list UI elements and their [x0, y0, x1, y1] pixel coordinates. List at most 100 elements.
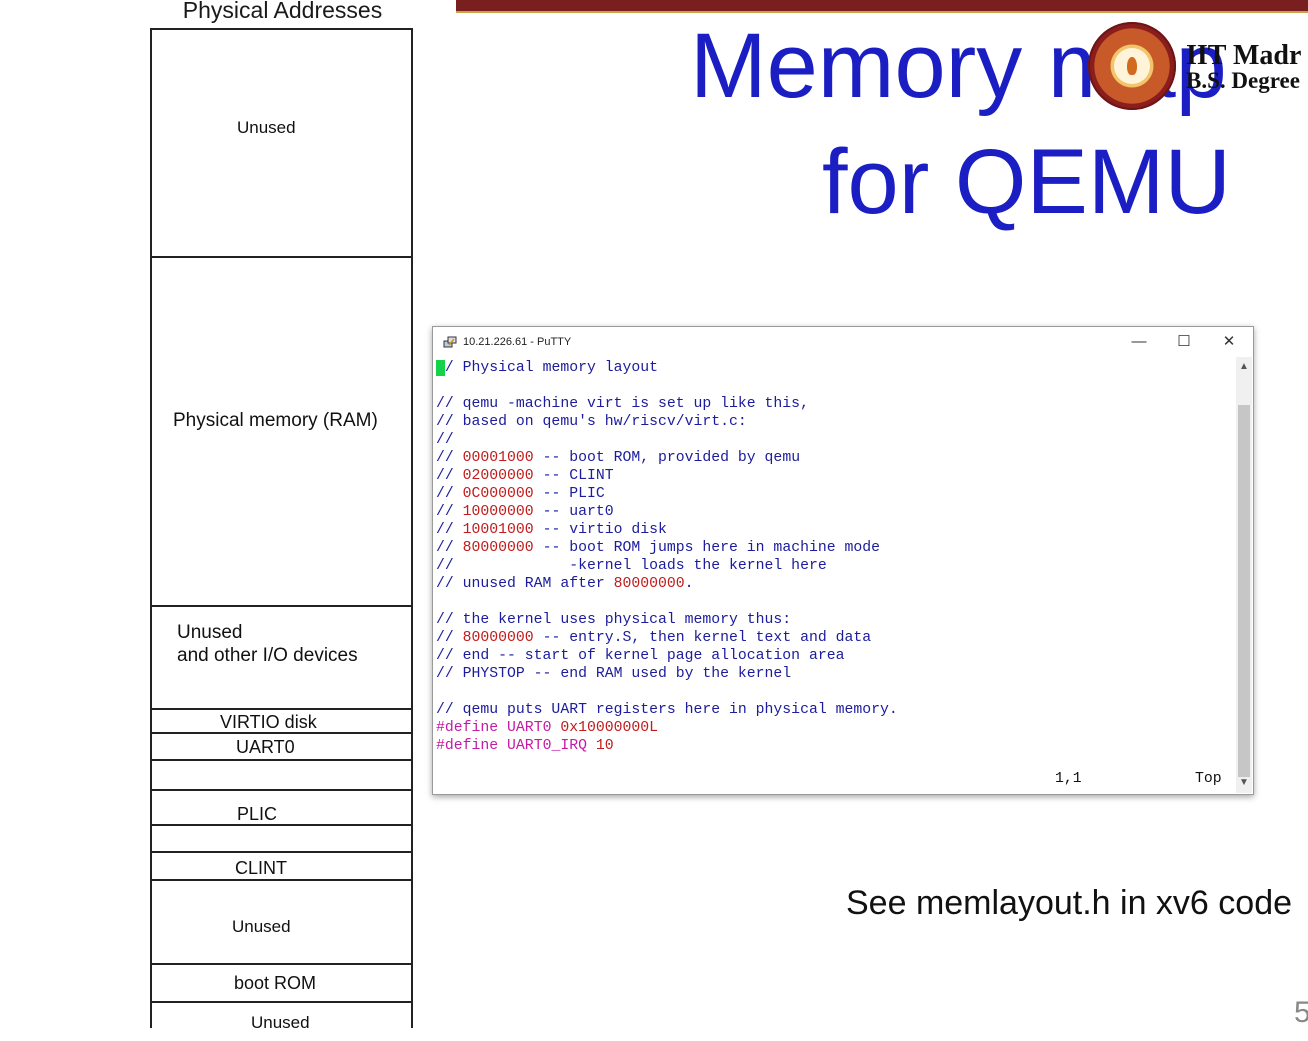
- scroll-position: Top: [1195, 771, 1222, 787]
- region-label: Unused: [232, 917, 291, 936]
- terminal-line: // the kernel uses physical memory thus:: [436, 611, 791, 629]
- terminal-text: 00001000: [462, 450, 534, 466]
- terminal-line: // 10000000 -- uart0: [436, 503, 614, 521]
- region-unused-top: Unused: [152, 30, 411, 256]
- terminal-text: //: [436, 504, 463, 520]
- region-label: CLINT: [235, 858, 288, 878]
- terminal-text: // unused RAM after: [436, 576, 614, 592]
- region-label: Unused: [251, 1013, 310, 1032]
- region-gap: [152, 824, 411, 851]
- terminal-text: // based on qemu's hw/riscv/virt.c:: [436, 414, 747, 430]
- top-accent-bar: [456, 0, 1308, 11]
- terminal-text: 02000000: [462, 468, 534, 484]
- terminal-text: .: [684, 576, 694, 592]
- terminal-text: -- entry.S, then kernel text and data: [533, 630, 872, 646]
- region-ram: Physical memory (RAM): [152, 256, 411, 605]
- region-label: Unused: [237, 118, 296, 137]
- terminal-text: 80000000: [613, 576, 685, 592]
- terminal-text: //: [436, 450, 463, 466]
- terminal-text: #define: [436, 720, 499, 736]
- institute-program: B.S. Degree: [1186, 68, 1300, 93]
- terminal-line: // based on qemu's hw/riscv/virt.c:: [436, 413, 747, 431]
- terminal-text: 10: [595, 738, 614, 754]
- close-button[interactable]: ✕: [1209, 331, 1249, 353]
- memory-diagram: Unused Physical memory (RAM) Unused and …: [150, 28, 413, 1032]
- lamp-icon: [1114, 48, 1150, 84]
- terminal-line: // 10001000 -- virtio disk: [436, 521, 667, 539]
- region-label: Physical memory (RAM): [173, 410, 378, 431]
- region-clint: CLINT: [152, 851, 411, 879]
- terminal-text: // the kernel uses physical memory thus:: [436, 612, 792, 628]
- terminal-text: 0C000000: [462, 486, 534, 502]
- terminal-line: //: [436, 431, 454, 449]
- diagram-title: Physical Addresses: [182, 0, 383, 23]
- terminal-line: // 80000000 -- entry.S, then kernel text…: [436, 629, 871, 647]
- region-uart0: UART0: [152, 732, 411, 759]
- window-titlebar[interactable]: 10.21.226.61 - PuTTY — ☐ ✕: [433, 327, 1253, 357]
- terminal-text: // qemu puts UART registers here in phys…: [436, 702, 898, 718]
- terminal-text: 10000000: [462, 504, 534, 520]
- terminal-text: // qemu -machine virt is set up like thi…: [436, 396, 809, 412]
- terminal-text: -- PLIC: [533, 486, 605, 502]
- terminal-text: -- boot ROM, provided by qemu: [533, 450, 801, 466]
- terminal-line: // 02000000 -- CLINT: [436, 467, 614, 485]
- scroll-down-icon[interactable]: ▼: [1236, 777, 1252, 788]
- terminal-text: -- virtio disk: [533, 522, 667, 538]
- region-boot-rom: boot ROM: [152, 963, 411, 1001]
- terminal-text: 80000000: [462, 630, 534, 646]
- source-note: See memlayout.h in xv6 code: [846, 884, 1293, 922]
- terminal-text: -- uart0: [533, 504, 614, 520]
- region-label: Unused and other I/O devices: [177, 622, 358, 666]
- slide-title-line2: for QEMU: [822, 131, 1231, 233]
- terminal-text: #define: [436, 738, 499, 754]
- terminal-line: // unused RAM after 80000000.: [436, 575, 694, 593]
- terminal-line: #define UART0 0x10000000L: [436, 719, 658, 737]
- region-gap: [152, 759, 411, 789]
- minimize-button[interactable]: —: [1119, 331, 1159, 353]
- region-unused-io: Unused and other I/O devices: [152, 605, 411, 708]
- terminal-line: // qemu -machine virt is set up like thi…: [436, 395, 809, 413]
- region-label: VIRTIO disk: [220, 712, 317, 732]
- terminal-line: // Physical memory layout: [436, 359, 658, 377]
- terminal-text: UART0_IRQ: [498, 738, 596, 754]
- region-unused-bottom: Unused: [152, 1001, 411, 1041]
- terminal-text: //: [436, 630, 463, 646]
- region-virtio-disk: VIRTIO disk: [152, 708, 411, 732]
- top-accent-line: [456, 11, 1308, 13]
- terminal-line: // PHYSTOP -- end RAM used by the kernel: [436, 665, 791, 683]
- scrollbar[interactable]: ▲ ▼: [1236, 357, 1252, 793]
- scroll-up-icon[interactable]: ▲: [1236, 361, 1252, 372]
- region-label: boot ROM: [234, 973, 317, 993]
- terminal-line: // 0C000000 -- PLIC: [436, 485, 605, 503]
- terminal-text: UART0: [498, 720, 561, 736]
- terminal-text: 80000000: [462, 540, 534, 556]
- terminal-line: // end -- start of kernel page allocatio…: [436, 647, 844, 665]
- scrollbar-thumb[interactable]: [1238, 405, 1250, 777]
- terminal-text: // PHYSTOP -- end RAM used by the kernel: [436, 666, 792, 682]
- terminal-text: // -kernel loads the kernel here: [436, 558, 827, 574]
- terminal-text: 10001000: [462, 522, 534, 538]
- terminal-text: // end -- start of kernel page allocatio…: [436, 648, 845, 664]
- terminal-text: -- boot ROM jumps here in machine mode: [533, 540, 880, 556]
- terminal-area[interactable]: // Physical memory layout // qemu -machin…: [434, 357, 1236, 793]
- putty-icon: [443, 336, 457, 348]
- institute-logo: [1088, 22, 1176, 110]
- region-label: UART0: [236, 737, 295, 757]
- region-plic: PLIC: [152, 789, 411, 824]
- region-label: PLIC: [237, 804, 278, 824]
- terminal-text: / Physical memory layout: [444, 360, 659, 376]
- terminal-text: //: [436, 486, 463, 502]
- window-title: 10.21.226.61 - PuTTY: [463, 336, 572, 348]
- terminal-line: // 80000000 -- boot ROM jumps here in ma…: [436, 539, 880, 557]
- maximize-button[interactable]: ☐: [1164, 331, 1204, 353]
- page-number: 5: [1294, 996, 1308, 1029]
- terminal-text: //: [436, 432, 454, 448]
- terminal-line: // -kernel loads the kernel here: [436, 557, 827, 575]
- terminal-text: 0x10000000L: [560, 720, 659, 736]
- terminal-text: -- CLINT: [533, 468, 614, 484]
- terminal-text: //: [436, 522, 463, 538]
- terminal-line: #define UART0_IRQ 10: [436, 737, 614, 755]
- region-unused-mid: Unused: [152, 879, 411, 963]
- cursor-position: 1,1: [1055, 771, 1082, 787]
- putty-window[interactable]: 10.21.226.61 - PuTTY — ☐ ✕ // Physical m…: [432, 326, 1254, 795]
